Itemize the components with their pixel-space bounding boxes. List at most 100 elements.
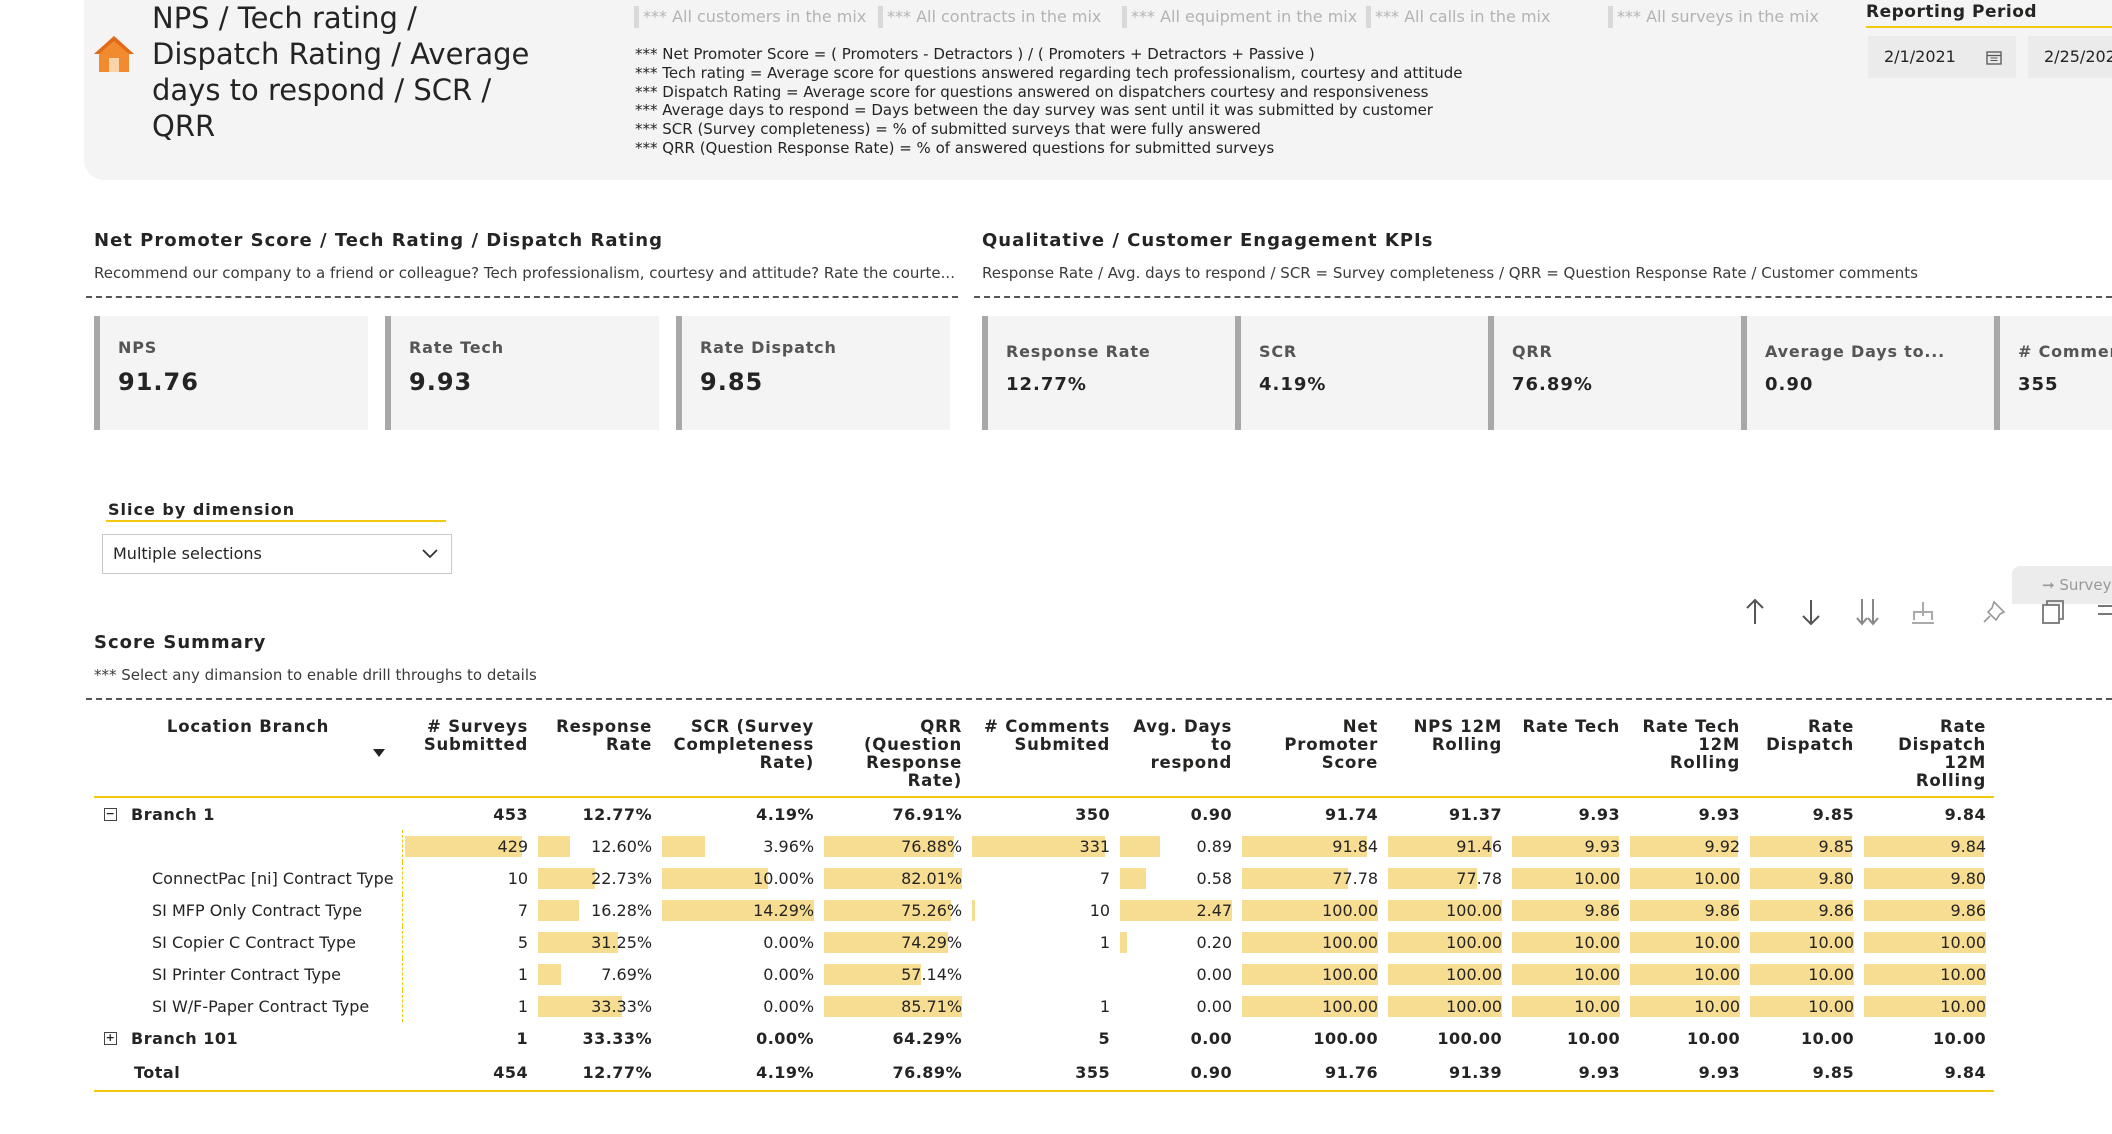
arrow-up-icon[interactable]	[1740, 596, 1770, 628]
table-cell[interactable]: 16.28%	[536, 894, 660, 926]
table-cell[interactable]: 1	[402, 958, 536, 990]
table-cell[interactable]: 10.00	[1628, 926, 1748, 958]
filter-tab-contracts[interactable]: *** All contracts in the mix	[878, 6, 1107, 28]
table-cell[interactable]: 100.00	[1240, 1022, 1386, 1054]
column-header-rate-dispatch-12m[interactable]: Rate Dispatch 12M Rolling	[1862, 718, 1995, 798]
table-cell[interactable]: 91.74	[1240, 797, 1386, 830]
table-cell[interactable]: 350	[970, 797, 1118, 830]
table-cell[interactable]: 100.00	[1386, 958, 1510, 990]
scr-card[interactable]: SCR 4.19%	[1235, 316, 1489, 430]
table-cell[interactable]: 100.00	[1386, 1022, 1510, 1054]
nps-card[interactable]: NPS 91.76	[94, 316, 368, 430]
table-cell[interactable]: 9.84	[1862, 1054, 1995, 1092]
qrr-card[interactable]: QRR 76.89%	[1488, 316, 1742, 430]
sort-desc-icon[interactable]	[372, 748, 386, 758]
table-cell[interactable]: 9.93	[1510, 830, 1628, 862]
filter-tab-equipment[interactable]: *** All equipment in the mix	[1122, 6, 1357, 28]
table-cell[interactable]: 76.91%	[822, 797, 970, 830]
table-cell[interactable]: 77.78	[1386, 862, 1510, 894]
table-cell[interactable]: 0.00	[1118, 990, 1240, 1022]
table-cell[interactable]: 9.84	[1862, 797, 1994, 830]
table-cell[interactable]: 10.00	[1628, 1022, 1748, 1054]
table-cell[interactable]: 453	[402, 797, 536, 830]
column-header-surveys-submitted[interactable]: # Surveys Submitted	[402, 718, 537, 798]
table-cell[interactable]: 12.77%	[536, 797, 660, 830]
table-cell[interactable]: 74.29%	[822, 926, 970, 958]
table-cell[interactable]: 91.39	[1386, 1054, 1511, 1092]
collapse-icon[interactable]: −	[104, 807, 117, 821]
column-header-rate-dispatch[interactable]: Rate Dispatch	[1748, 718, 1863, 798]
row-label-cell[interactable]: ConnectPac [ni] Contract Type	[94, 862, 403, 894]
column-header-avg-days[interactable]: Avg. Days to respond	[1118, 718, 1241, 798]
row-label-cell[interactable]: SI Printer Contract Type	[94, 958, 403, 990]
table-cell[interactable]: 7	[970, 862, 1118, 894]
table-cell[interactable]: 100.00	[1240, 958, 1386, 990]
table-cell[interactable]: 0.00	[1118, 958, 1240, 990]
table-cell[interactable]: 2.47	[1118, 894, 1240, 926]
table-cell[interactable]: 76.89%	[822, 1054, 971, 1092]
group-row[interactable]: − Branch 1 453 12.77% 4.19% 76.91% 350 0.90 91.7…	[94, 797, 1994, 830]
table-cell[interactable]: 0.89	[1118, 830, 1240, 862]
table-cell[interactable]: 3.96%	[660, 830, 822, 862]
table-cell[interactable]: 0.20	[1118, 926, 1240, 958]
table-cell[interactable]: 10.00	[1748, 990, 1862, 1022]
table-cell[interactable]: 10	[970, 894, 1118, 926]
table-row[interactable]: ConnectPac [ni] Contract Type 10 22.73% 10.…	[94, 862, 1994, 894]
table-cell[interactable]: 4.19%	[660, 1054, 823, 1092]
dimension-dropdown[interactable]: Multiple selections	[102, 534, 452, 574]
table-cell[interactable]: 1	[402, 1022, 536, 1054]
table-cell[interactable]: 9.93	[1510, 1054, 1629, 1092]
table-cell[interactable]: 91.46	[1386, 830, 1510, 862]
table-cell[interactable]: 10.00	[1862, 958, 1994, 990]
table-cell[interactable]: 0.90	[1118, 797, 1240, 830]
table-cell[interactable]: 355	[970, 1054, 1119, 1092]
table-cell[interactable]: 91.37	[1386, 797, 1510, 830]
filter-tab-customers[interactable]: *** All customers in the mix	[634, 6, 866, 28]
rate-dispatch-card[interactable]: Rate Dispatch 9.85	[676, 316, 950, 430]
table-cell[interactable]: 64.29%	[822, 1022, 970, 1054]
table-cell[interactable]: 33.33%	[536, 1022, 660, 1054]
row-label-cell[interactable]: SI W/F-Paper Contract Type	[94, 990, 403, 1022]
table-cell[interactable]: 0.00%	[660, 958, 822, 990]
table-cell[interactable]: 0.00%	[660, 1022, 822, 1054]
table-cell[interactable]: 9.85	[1748, 830, 1862, 862]
row-label-cell[interactable]	[94, 830, 403, 862]
total-row[interactable]: Total 454 12.77% 4.19% 76.89% 355 0.90 91.76 91.…	[94, 1054, 1995, 1092]
table-cell[interactable]: 9.85	[1748, 797, 1862, 830]
table-cell[interactable]: 7	[402, 894, 536, 926]
home-icon[interactable]	[92, 34, 136, 74]
table-cell[interactable]: 10.00	[1862, 1022, 1994, 1054]
column-header-rate-tech-12m[interactable]: Rate Tech 12M Rolling	[1628, 718, 1749, 798]
table-cell[interactable]: 9.85	[1748, 1054, 1863, 1092]
drill-icon[interactable]	[1908, 596, 1938, 628]
table-cell[interactable]: 10.00	[1510, 1022, 1628, 1054]
table-cell[interactable]: 9.93	[1628, 1054, 1749, 1092]
table-cell[interactable]: 76.88%	[822, 830, 970, 862]
table-cell[interactable]: 10.00	[1510, 958, 1628, 990]
table-row[interactable]: SI MFP Only Contract Type 7 16.28% 14.29% 75…	[94, 894, 1994, 926]
row-label-cell[interactable]: SI Copier C Contract Type	[94, 926, 403, 958]
table-cell[interactable]: 100.00	[1240, 990, 1386, 1022]
table-cell[interactable]: 82.01%	[822, 862, 970, 894]
table-cell[interactable]: 10	[402, 862, 536, 894]
score-summary-matrix[interactable]: Location Branch # Surveys Submitted Resp…	[94, 718, 1995, 1092]
column-header-response-rate[interactable]: Response Rate	[536, 718, 661, 798]
group-row[interactable]: + Branch 101 1 33.33% 0.00% 64.29% 5 0.00 100.00…	[94, 1022, 1994, 1054]
table-cell[interactable]: 91.84	[1240, 830, 1386, 862]
table-cell[interactable]: 57.14%	[822, 958, 970, 990]
table-cell[interactable]: 10.00	[1628, 862, 1748, 894]
start-date-input[interactable]: 2/1/2021	[1868, 36, 2016, 78]
table-cell[interactable]: 10.00	[1510, 990, 1628, 1022]
table-cell[interactable]: 10.00	[1510, 862, 1628, 894]
table-cell[interactable]: 9.93	[1510, 797, 1628, 830]
table-cell[interactable]: 100.00	[1240, 926, 1386, 958]
table-cell[interactable]: 100.00	[1240, 894, 1386, 926]
table-cell[interactable]: 14.29%	[660, 894, 822, 926]
table-cell[interactable]: 75.26%	[822, 894, 970, 926]
table-cell[interactable]: 10.00	[1748, 1022, 1862, 1054]
table-cell[interactable]: 7.69%	[536, 958, 660, 990]
table-cell[interactable]: 331	[970, 830, 1118, 862]
pin-icon[interactable]	[1980, 596, 2010, 628]
table-cell[interactable]: 100.00	[1386, 926, 1510, 958]
table-cell[interactable]: 91.76	[1240, 1054, 1387, 1092]
